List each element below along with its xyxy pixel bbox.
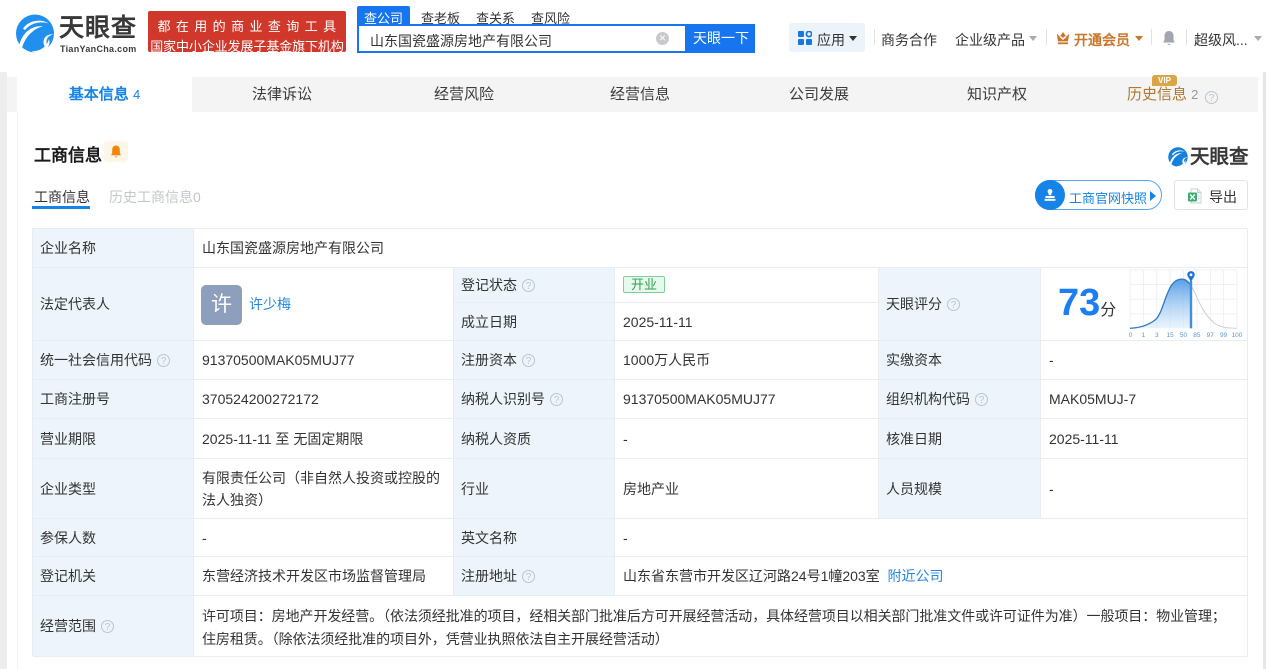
svg-text:97: 97	[1207, 332, 1215, 339]
svg-text:15: 15	[1166, 332, 1174, 339]
svg-text:3: 3	[1155, 332, 1159, 339]
svg-text:50: 50	[1180, 332, 1188, 339]
svg-text:100: 100	[1232, 332, 1243, 339]
svg-text:99: 99	[1220, 332, 1228, 339]
svg-text:1: 1	[1142, 332, 1146, 339]
svg-text:85: 85	[1193, 332, 1201, 339]
svg-text:0: 0	[1129, 332, 1133, 339]
